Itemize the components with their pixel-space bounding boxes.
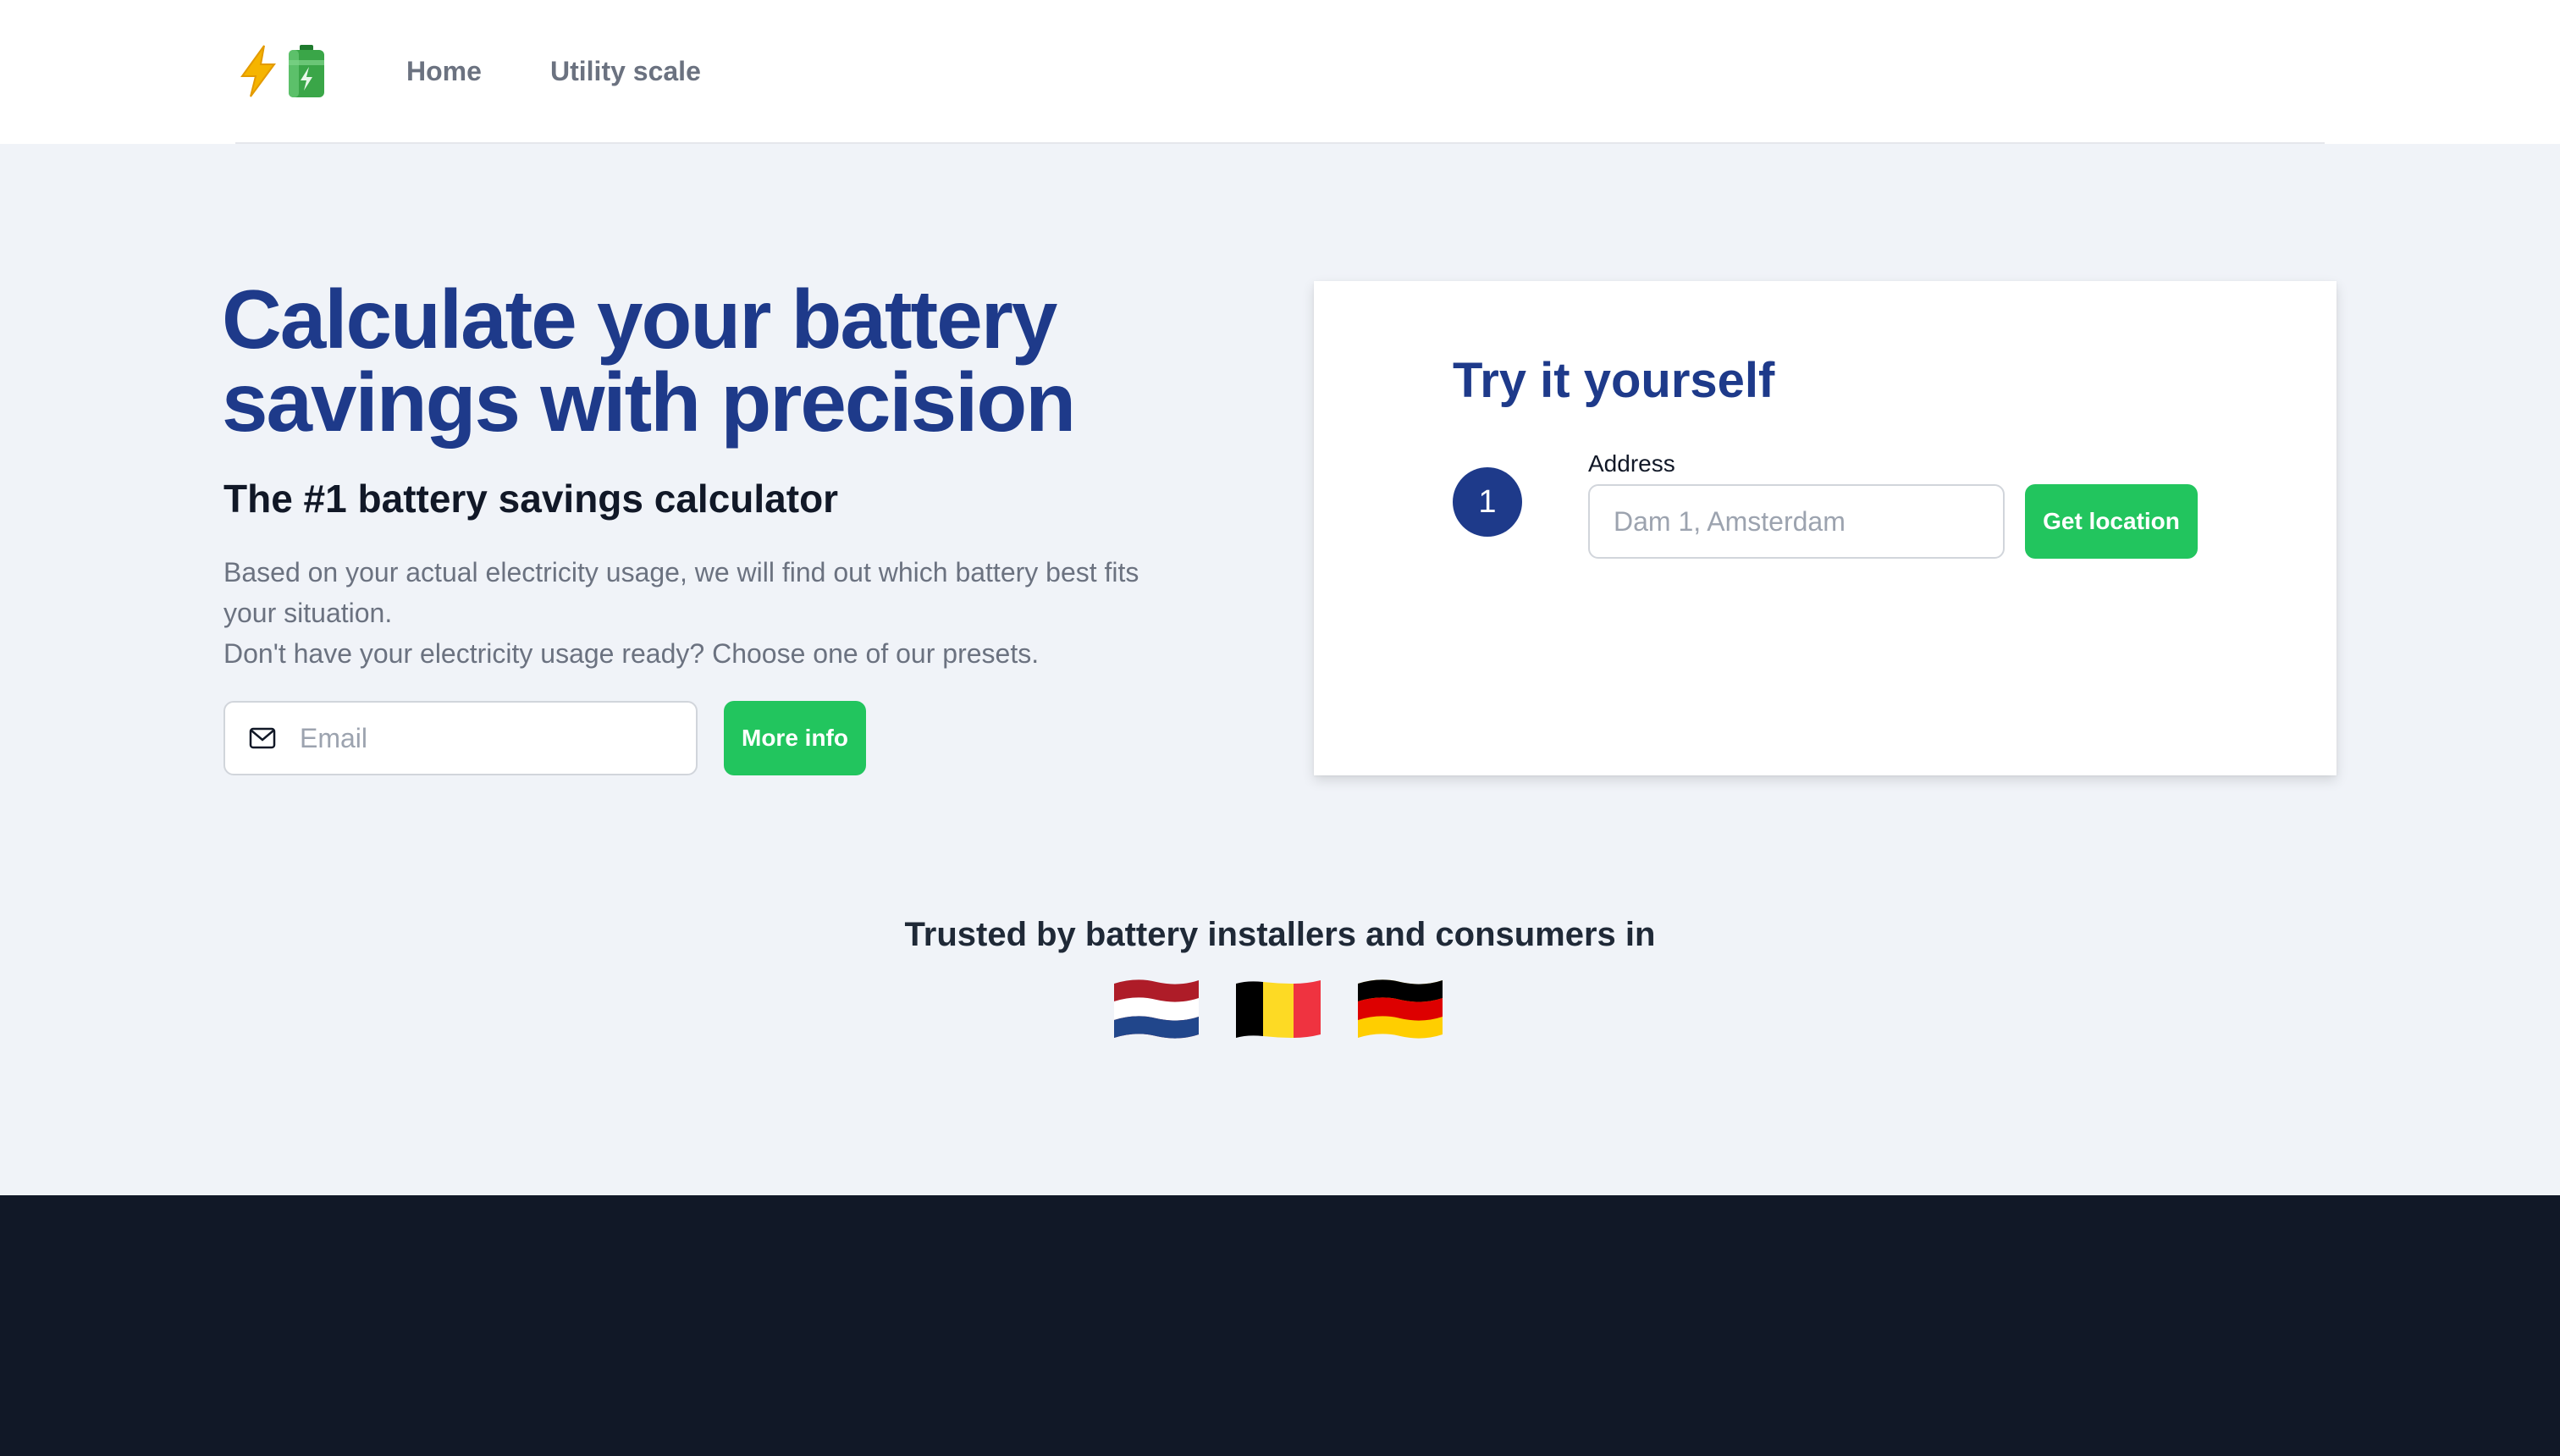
more-info-button[interactable]: More info xyxy=(724,701,866,775)
hero-subtitle: The #1 battery savings calculator xyxy=(223,477,839,521)
header-divider xyxy=(235,142,2325,144)
hero-title: Calculate your battery savings with prec… xyxy=(222,278,1153,444)
hero-description: Based on your actual electricity usage, … xyxy=(223,552,1265,674)
page: Home Utility scale Calculate your batter… xyxy=(0,0,2560,1456)
nav-link-utility-scale[interactable]: Utility scale xyxy=(550,52,701,90)
hero-description-line-1: Based on your actual electricity usage, … xyxy=(223,557,1139,587)
address-input[interactable] xyxy=(1614,505,1986,538)
footer xyxy=(0,1195,2560,1456)
lightning-icon xyxy=(240,45,276,97)
netherlands-flag-icon xyxy=(1114,979,1199,1039)
hero-description-line-2: your situation. xyxy=(223,598,393,628)
country-flags xyxy=(1111,975,1449,1046)
step-badge: 1 xyxy=(1453,467,1522,537)
trusted-heading: Trusted by battery installers and consum… xyxy=(904,916,1656,953)
nav-link-home[interactable]: Home xyxy=(406,52,482,90)
top-navigation: Home Utility scale xyxy=(0,0,2560,144)
belgium-flag-icon xyxy=(1236,980,1321,1038)
logo[interactable] xyxy=(237,42,339,100)
email-field-container[interactable] xyxy=(223,701,698,775)
hero-title-line-1: Calculate your battery xyxy=(222,273,1057,366)
mail-icon xyxy=(249,727,276,749)
battery-icon xyxy=(289,45,324,97)
address-field-container[interactable] xyxy=(1588,484,2005,559)
hero-title-line-2: savings with precision xyxy=(222,356,1076,449)
address-label: Address xyxy=(1588,450,1675,477)
email-input[interactable] xyxy=(300,722,672,754)
germany-flag-icon xyxy=(1358,979,1443,1039)
calculator-title: Try it yourself xyxy=(1453,353,1775,408)
get-location-button[interactable]: Get location xyxy=(2025,484,2198,559)
hero-description-line-3: Don't have your electricity usage ready?… xyxy=(223,638,1040,669)
